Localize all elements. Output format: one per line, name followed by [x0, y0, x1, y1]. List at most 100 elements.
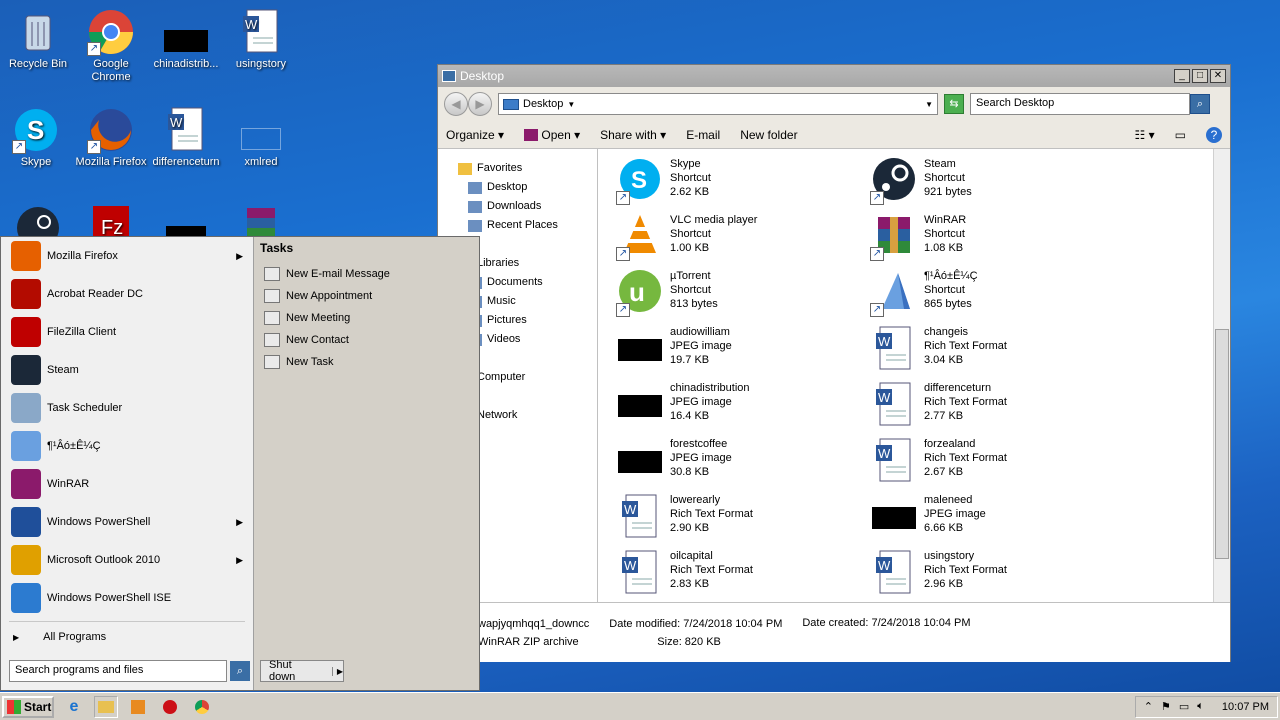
share-with-button[interactable]: Share with ▾	[600, 128, 666, 142]
file-list: S ↗ Skype Shortcut 2.62 KB ↗ Steam Shortcut 921 …	[598, 149, 1230, 602]
nav-item-label: Favorites	[477, 162, 523, 174]
action-center-icon[interactable]: ⚑	[1161, 700, 1171, 713]
window-titlebar[interactable]: Desktop _ □ ✕	[438, 65, 1230, 87]
scrollbar-thumb[interactable]	[1215, 329, 1229, 559]
file-size: 30.8 KB	[670, 466, 710, 478]
nav-item[interactable]: Desktop	[438, 178, 597, 197]
file-item[interactable]: ↗ ¶¹Âó±Ê¼Ç Shortcut 865 bytes	[870, 269, 1110, 319]
task-item[interactable]: New Contact	[260, 329, 475, 351]
file-type: Rich Text Format	[924, 452, 1007, 464]
file-item[interactable]: Wforzealand Rich Text Format 2.67 KB	[870, 437, 1110, 487]
file-item[interactable]: u ↗ µTorrent Shortcut 813 bytes	[616, 269, 856, 319]
nav-item[interactable]: Recent Places	[438, 216, 597, 235]
forward-button[interactable]: ▶	[468, 92, 492, 116]
start-program-item[interactable]: Task Scheduler	[1, 389, 253, 427]
file-item[interactable]: ↗ VLC media player Shortcut 1.00 KB	[616, 213, 856, 263]
file-item[interactable]: S ↗ Skype Shortcut 2.62 KB	[616, 157, 856, 207]
preview-pane-icon[interactable]: ▭	[1175, 128, 1186, 142]
file-item[interactable]: Wdifferenceturn Rich Text Format 2.77 KB	[870, 381, 1110, 431]
file-item[interactable]: maleneed JPEG image 6.66 KB	[870, 493, 1110, 543]
start-program-item[interactable]: Steam	[1, 351, 253, 389]
close-button[interactable]: ✕	[1210, 69, 1226, 83]
back-button[interactable]: ◀	[444, 92, 468, 116]
desktop-icon-differenceturn[interactable]: W differenceturn	[148, 106, 224, 169]
start-program-item[interactable]: Windows PowerShell ▶	[1, 503, 253, 541]
organize-button[interactable]: Organize ▾	[446, 128, 504, 142]
view-options-icon[interactable]: ☷ ▾	[1135, 128, 1155, 142]
desktop-icon-chrome[interactable]: ↗ Google Chrome	[73, 8, 149, 84]
start-search-input[interactable]: Search programs and files	[9, 660, 227, 682]
nav-item[interactable]: Favorites	[438, 159, 597, 178]
file-explorer-icon[interactable]	[94, 695, 118, 718]
maximize-button[interactable]: □	[1192, 69, 1208, 83]
chevron-down-icon[interactable]: ▼	[567, 100, 575, 109]
file-type: JPEG image	[670, 340, 732, 352]
file-item[interactable]: chinadistribution JPEG image 16.4 KB	[616, 381, 856, 431]
task-item[interactable]: New Appointment	[260, 285, 475, 307]
recycle-bin-icon	[14, 8, 62, 56]
search-input[interactable]: Search Desktop	[970, 93, 1190, 115]
file-size: 865 bytes	[924, 298, 972, 310]
file-item[interactable]: ↗ Steam Shortcut 921 bytes	[870, 157, 1110, 207]
desktop-icon-label: chinadistrib...	[153, 58, 219, 70]
start-program-item[interactable]: FileZilla Client	[1, 313, 253, 351]
search-icon[interactable]: ⌕	[230, 661, 250, 681]
desktop-icon-recycle-bin[interactable]: Recycle Bin	[0, 8, 76, 71]
new-folder-button[interactable]: New folder	[740, 128, 797, 142]
file-item[interactable]: ↗ WinRAR Shortcut 1.08 KB	[870, 213, 1110, 263]
shutdown-button[interactable]: Shut down ▶	[260, 659, 344, 683]
email-button[interactable]: E-mail	[686, 128, 720, 142]
desktop-icon-chinadistrib[interactable]: chinadistrib...	[148, 8, 224, 71]
nav-item[interactable]: Downloads	[438, 197, 597, 216]
desktop-icon-xmlred[interactable]: xmlred	[223, 106, 299, 169]
file-item[interactable]: Woilcapital Rich Text Format 2.83 KB	[616, 549, 856, 599]
start-program-item[interactable]: WinRAR	[1, 465, 253, 503]
desktop-icon-usingstory[interactable]: W usingstory	[223, 8, 299, 71]
file-size: 2.77 KB	[924, 410, 964, 422]
refresh-icon[interactable]: ⇆	[944, 94, 964, 114]
file-item[interactable]: forestcoffee JPEG image 30.8 KB	[616, 437, 856, 487]
triangle-right-icon[interactable]: ▶	[331, 666, 343, 676]
file-item[interactable]: Wlowerearly Rich Text Format 2.90 KB	[616, 493, 856, 543]
file-item[interactable]: audiowilliam JPEG image 19.7 KB	[616, 325, 856, 375]
start-program-item[interactable]: Acrobat Reader DC	[1, 275, 253, 313]
vertical-scrollbar[interactable]	[1213, 149, 1230, 602]
chrome-icon[interactable]	[190, 696, 214, 718]
file-item[interactable]: Wchangeis Rich Text Format 3.04 KB	[870, 325, 1110, 375]
task-icon	[264, 355, 280, 369]
volume-icon[interactable]: 🔈︎	[1197, 700, 1204, 713]
triangle-right-icon[interactable]: ▶	[236, 517, 243, 528]
opera-icon[interactable]	[158, 696, 182, 718]
network-icon[interactable]: ▭	[1179, 700, 1189, 713]
task-item[interactable]: New E-mail Message	[260, 263, 475, 285]
file-size: 19.7 KB	[670, 354, 710, 366]
start-program-item[interactable]: Microsoft Outlook 2010 ▶	[1, 541, 253, 579]
down-icon	[468, 200, 482, 213]
show-hidden-icons-icon[interactable]: ⌃	[1144, 700, 1153, 713]
file-type: Shortcut	[670, 228, 711, 240]
image-file-icon	[237, 106, 285, 154]
address-dropdown-icon[interactable]: ▼	[925, 100, 933, 109]
task-item[interactable]: New Meeting	[260, 307, 475, 329]
all-programs-item[interactable]: ▶ All Programs	[5, 625, 250, 649]
file-item[interactable]: Wusingstory Rich Text Format 2.96 KB	[870, 549, 1110, 599]
triangle-right-icon[interactable]: ▶	[236, 555, 243, 566]
desktop-icon-skype[interactable]: S ↗ Skype	[0, 106, 74, 169]
desktop-icon-firefox[interactable]: ↗ Mozilla Firefox	[73, 106, 149, 169]
start-program-item[interactable]: Windows PowerShell ISE	[1, 579, 253, 617]
start-button[interactable]: Start	[2, 695, 54, 718]
shortcut-icon: S ↗	[616, 157, 664, 205]
internet-explorer-icon[interactable]: e	[62, 696, 86, 718]
triangle-right-icon[interactable]: ▶	[236, 251, 243, 262]
search-icon[interactable]: ⌕	[1190, 94, 1210, 114]
open-button[interactable]: Open ▾	[524, 128, 580, 142]
help-icon[interactable]: ?	[1206, 126, 1222, 143]
task-item[interactable]: New Task	[260, 351, 475, 373]
address-bar[interactable]: Desktop ▼ ▼	[498, 93, 938, 115]
minimize-button[interactable]: _	[1174, 69, 1190, 83]
start-program-item[interactable]: Mozilla Firefox ▶	[1, 237, 253, 275]
clock[interactable]: 10:07 PM	[1222, 701, 1269, 713]
system-tray: ⌃ ⚑ ▭ 🔈︎ 10:07 PM	[1134, 695, 1278, 718]
media-player-icon[interactable]	[126, 696, 150, 718]
start-program-item[interactable]: ¶¹Âó±Ê¼Ç	[1, 427, 253, 465]
